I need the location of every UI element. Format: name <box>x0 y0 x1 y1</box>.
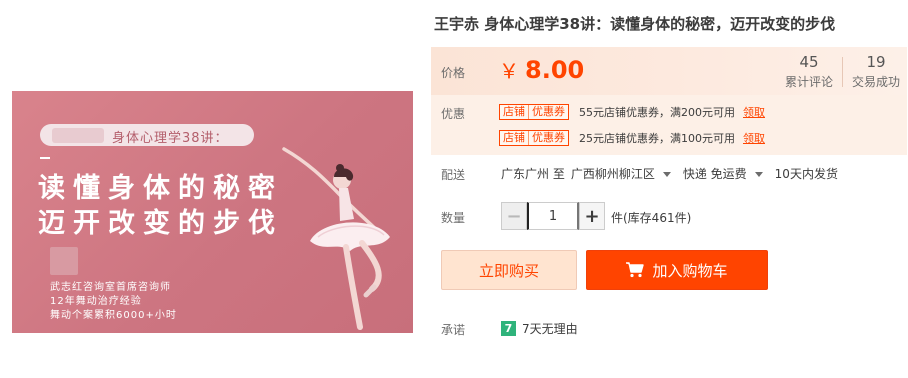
coupon-tag-right: 优惠券 <box>532 130 565 144</box>
price-amount: 8.00 <box>525 56 585 84</box>
price-value: ￥ 8.00 <box>499 55 584 84</box>
image-credits: 武志红咨询室首席咨询师 12年舞动治疗经验 舞动个案累积6000+小时 <box>50 281 177 323</box>
currency-symbol: ￥ <box>499 59 519 83</box>
increase-quantity-button[interactable]: + <box>579 202 605 230</box>
deals-count: 19 <box>866 53 886 71</box>
dispatch-time: 10天内发货 <box>774 167 838 181</box>
delivery-label: 配送 <box>441 168 466 182</box>
promise-text: 7天无理由 <box>522 322 578 336</box>
coupon-row: 店铺 优惠券 55元店铺优惠券，满200元可用 领取 <box>499 103 765 120</box>
coupon-description: 55元店铺优惠券，满200元可用 <box>579 105 735 119</box>
price-panel: 价格 ￥ 8.00 45 累计评论 19 交易成功 优惠 店铺 优惠券 55元店铺… <box>431 47 907 155</box>
ballerina-illustration <box>282 147 390 330</box>
coupon-description: 25元店铺优惠券，满100元可用 <box>579 131 735 145</box>
chevron-down-icon <box>754 172 763 177</box>
credit-line: 武志红咨询室首席咨询师 <box>50 282 171 293</box>
image-headline-2: 迈开改变的步伐 <box>38 208 283 239</box>
buy-now-button[interactable]: 立即购买 <box>441 250 577 290</box>
image-subtitle: 身体心理学38讲： <box>112 131 229 146</box>
price-row: 价格 ￥ 8.00 45 累计评论 19 交易成功 <box>431 47 907 95</box>
credit-line: 12年舞动治疗经验 <box>50 296 142 307</box>
coupon-tag-left: 店铺 <box>503 104 525 118</box>
chevron-down-icon <box>662 172 671 177</box>
promise-info[interactable]: 7 7天无理由 <box>501 320 578 337</box>
promise-label: 承诺 <box>441 323 466 337</box>
stock-info: 件(库存461件) <box>611 211 692 225</box>
coupon-tag: 店铺 优惠券 <box>499 129 569 146</box>
delivery-from: 广东广州 至 <box>501 167 565 181</box>
blurred-logo <box>50 247 78 275</box>
quantity-stepper: − + <box>501 202 605 230</box>
reviews-label: 累计评论 <box>784 75 833 89</box>
deals-stat: 19 交易成功 <box>846 53 906 90</box>
decrease-quantity-button[interactable]: − <box>501 202 527 230</box>
reviews-stat[interactable]: 45 累计评论 <box>781 53 837 90</box>
add-to-cart-button[interactable]: 加入购物车 <box>586 250 768 290</box>
credit-line: 舞动个案累积6000+小时 <box>50 310 177 321</box>
shipping-selector[interactable]: 快递 免运费 <box>683 165 763 182</box>
promotions-label: 优惠 <box>441 107 466 121</box>
region-selector[interactable]: 广西柳州柳江区 <box>571 165 671 182</box>
quantity-label: 数量 <box>441 211 466 225</box>
claim-coupon-link[interactable]: 领取 <box>743 104 765 120</box>
deals-label: 交易成功 <box>851 75 900 89</box>
delivery-info: 广东广州 至 广西柳州柳江区 快递 免运费 10天内发货 <box>501 165 838 182</box>
reviews-count: 45 <box>799 53 819 71</box>
add-to-cart-label: 加入购物车 <box>652 261 728 280</box>
product-image[interactable]: 身体心理学38讲： 读懂身体的秘密 迈开改变的步伐 武志红咨询室首席咨询师 12… <box>12 91 413 333</box>
product-title: 王宇赤 身体心理学38讲：读懂身体的秘密，迈开改变的步伐 <box>434 15 836 33</box>
coupon-tag-left: 店铺 <box>503 130 525 144</box>
shipping-value: 快递 免运费 <box>682 167 747 181</box>
price-label: 价格 <box>441 66 466 80</box>
shopping-cart-icon <box>626 262 645 278</box>
quantity-input[interactable] <box>527 202 579 230</box>
claim-coupon-link[interactable]: 领取 <box>743 130 765 146</box>
image-dash <box>40 157 50 159</box>
region-value: 广西柳州柳江区 <box>570 167 655 181</box>
coupon-tag-right: 优惠券 <box>532 104 565 118</box>
coupon-row: 店铺 优惠券 25元店铺优惠券，满100元可用 领取 <box>499 129 765 146</box>
image-headline-1: 读懂身体的秘密 <box>38 173 283 204</box>
stat-divider <box>842 57 843 87</box>
seven-day-return-icon: 7 <box>501 321 516 336</box>
blurred-author-name <box>52 128 104 143</box>
coupon-tag: 店铺 优惠券 <box>499 103 569 120</box>
